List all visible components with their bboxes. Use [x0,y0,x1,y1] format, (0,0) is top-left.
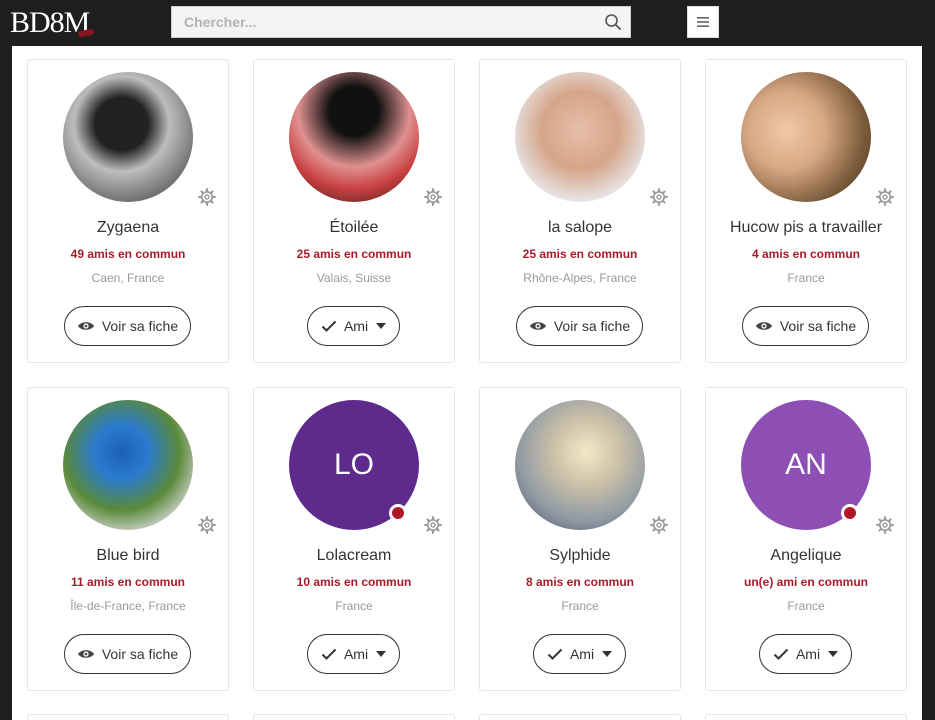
member-card-partial [705,714,907,720]
member-name[interactable]: Lolacream [254,547,454,565]
mutual-friends-count: 25 amis en commun [522,247,638,261]
member-location: France [335,599,373,613]
member-name[interactable]: Angelique [706,547,906,565]
member-location: Caen, France [91,271,165,285]
check-icon [321,320,337,332]
gear-icon[interactable] [876,516,894,534]
search-box [171,6,631,38]
search-icon[interactable] [604,13,622,31]
online-status-dot [841,504,859,522]
member-card: Étoilée 25 amis en commun Valais, Suisse Am… [253,59,455,363]
member-avatar[interactable] [63,72,193,202]
button-label: Ami [343,318,369,334]
member-name[interactable]: Blue bird [28,547,228,565]
eye-icon [77,650,94,658]
member-avatar[interactable] [515,400,645,530]
eye-icon [755,322,772,330]
member-avatar[interactable] [63,400,193,530]
gear-icon[interactable] [650,516,668,534]
view-profile-button[interactable]: Voir sa fiche [516,306,643,346]
mutual-friends-count: un(e) ami en commun [743,575,868,589]
mutual-friends-count: 49 amis en commun [70,247,186,261]
search-input[interactable] [172,7,592,37]
member-location: France [787,271,825,285]
eye-icon [77,322,94,330]
member-card-partial [27,714,229,720]
member-card: Blue bird 11 amis en commun Île-de-France,… [27,387,229,691]
button-label: Voir sa fiche [553,318,631,334]
friend-status-button[interactable]: Ami [307,634,400,674]
member-location: France [787,599,825,613]
caret-down-icon [602,651,613,657]
caret-down-icon [376,651,387,657]
member-avatar[interactable] [741,72,871,202]
member-avatar[interactable] [515,72,645,202]
member-card: Sylphide 8 amis en commun France Ami [479,387,681,691]
site-logo[interactable]: BD8M [10,4,90,42]
mutual-friends-count: 8 amis en commun [525,575,635,589]
member-card: la salope 25 amis en commun Rhône-Alpes, F… [479,59,681,363]
gear-icon[interactable] [424,516,442,534]
member-name[interactable]: Sylphide [480,547,680,565]
friend-status-button[interactable]: Ami [307,306,400,346]
caret-down-icon [828,651,839,657]
caret-down-icon [376,323,387,329]
check-icon [547,648,563,660]
member-location: Valais, Suisse [316,271,392,285]
view-profile-button[interactable]: Voir sa fiche [742,306,869,346]
mutual-friends-count: 11 amis en commun [70,575,186,589]
button-label: Voir sa fiche [101,318,179,334]
member-name[interactable]: Étoilée [254,219,454,237]
hamburger-icon [697,17,709,27]
mutual-friends-count: 4 amis en commun [751,247,861,261]
gear-icon[interactable] [198,188,216,206]
member-location: France [561,599,599,613]
button-label: Voir sa fiche [101,646,179,662]
member-name[interactable]: Zygaena [28,219,228,237]
view-profile-button[interactable]: Voir sa fiche [64,306,191,346]
member-card: Hucow pis a travailler 4 amis en commun Fr… [705,59,907,363]
menu-button[interactable] [687,6,719,38]
members-grid: Zygaena 49 amis en commun Caen, France Voir… [12,46,922,720]
member-card: Zygaena 49 amis en commun Caen, France Voir… [27,59,229,363]
member-card-partial [253,714,455,720]
check-icon [773,648,789,660]
member-card: LO Lolacream 10 amis en commun France Ami [253,387,455,691]
member-location: Rhône-Alpes, France [523,271,637,285]
mutual-friends-count: 25 amis en commun [296,247,412,261]
member-card: AN Angelique un(e) ami en commun France Ami [705,387,907,691]
button-label: Ami [569,646,595,662]
button-label: Voir sa fiche [779,318,857,334]
friend-status-button[interactable]: Ami [759,634,852,674]
member-name[interactable]: Hucow pis a travailler [706,219,906,237]
online-status-dot [389,504,407,522]
gear-icon[interactable] [650,188,668,206]
friend-status-button[interactable]: Ami [533,634,626,674]
logo-accent [77,28,95,38]
member-avatar[interactable] [289,72,419,202]
member-card-partial [479,714,681,720]
gear-icon[interactable] [424,188,442,206]
button-label: Ami [343,646,369,662]
check-icon [321,648,337,660]
gear-icon[interactable] [876,188,894,206]
button-label: Ami [795,646,821,662]
mutual-friends-count: 10 amis en commun [296,575,412,589]
view-profile-button[interactable]: Voir sa fiche [64,634,191,674]
gear-icon[interactable] [198,516,216,534]
top-bar: BD8M [0,0,935,46]
member-name[interactable]: la salope [480,219,680,237]
eye-icon [529,322,546,330]
member-location: Île-de-France, France [70,599,186,613]
